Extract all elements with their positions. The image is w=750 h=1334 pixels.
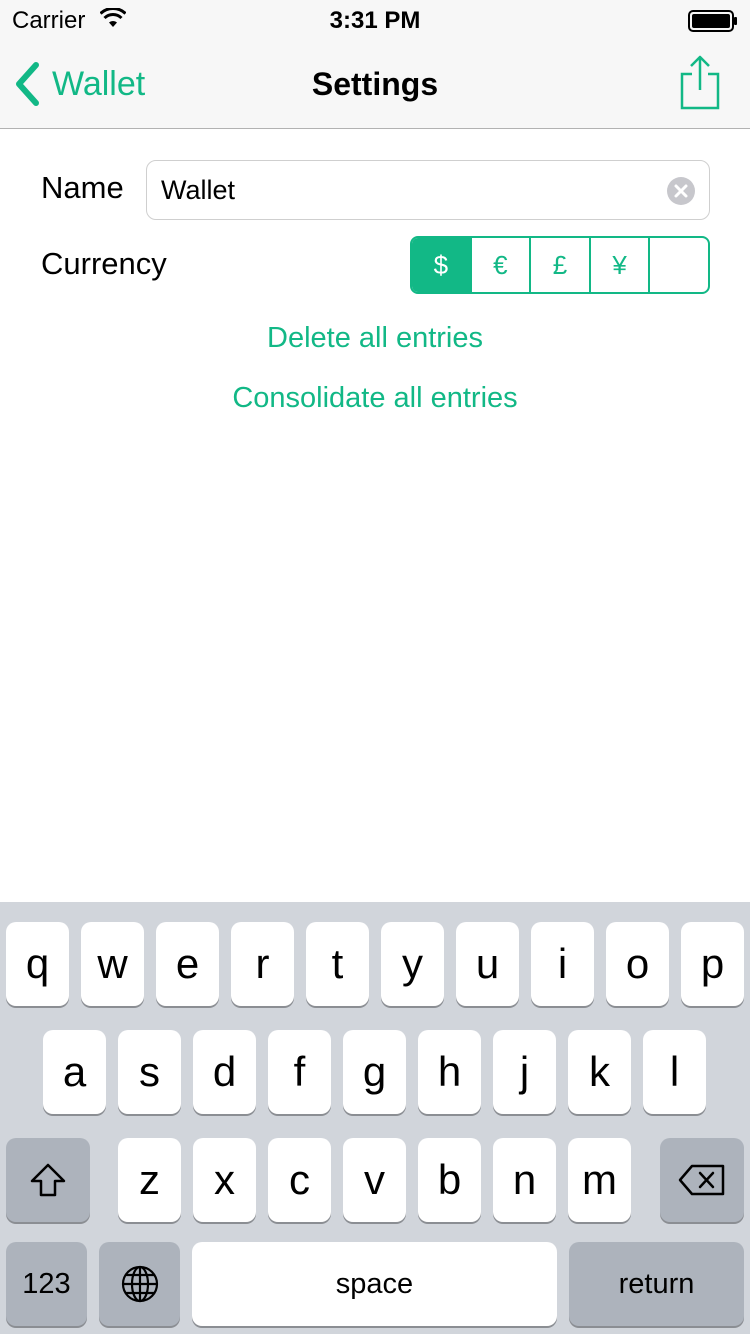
space-key[interactable]: space xyxy=(192,1242,557,1326)
return-key[interactable]: return xyxy=(569,1242,744,1326)
share-button[interactable] xyxy=(678,54,722,110)
keyboard: q w e r t y u i o p a s d f g h j k l z … xyxy=(0,902,750,1334)
name-label: Name xyxy=(41,170,124,205)
key-m[interactable]: m xyxy=(568,1138,631,1222)
battery-icon xyxy=(688,10,737,32)
status-bar: Carrier 3:31 PM xyxy=(0,0,750,40)
key-c[interactable]: c xyxy=(268,1138,331,1222)
key-t[interactable]: t xyxy=(306,922,369,1006)
key-n[interactable]: n xyxy=(493,1138,556,1222)
page-title: Settings xyxy=(311,66,439,102)
shift-icon xyxy=(30,1163,66,1197)
key-e[interactable]: e xyxy=(156,922,219,1006)
shift-key[interactable] xyxy=(6,1138,90,1222)
name-input[interactable] xyxy=(161,161,661,219)
key-o[interactable]: o xyxy=(606,922,669,1006)
currency-segment-yen[interactable]: ¥ xyxy=(591,238,651,292)
key-r[interactable]: r xyxy=(231,922,294,1006)
currency-label: Currency xyxy=(41,246,167,281)
navigation-bar: Wallet Settings xyxy=(0,40,750,129)
globe-key[interactable] xyxy=(99,1242,180,1326)
key-s[interactable]: s xyxy=(118,1030,181,1114)
key-u[interactable]: u xyxy=(456,922,519,1006)
key-h[interactable]: h xyxy=(418,1030,481,1114)
currency-segment-euro[interactable]: € xyxy=(472,238,532,292)
status-time: 3:31 PM xyxy=(329,7,421,34)
key-b[interactable]: b xyxy=(418,1138,481,1222)
currency-segmented-control: $ € £ ¥ xyxy=(410,236,710,294)
key-w[interactable]: w xyxy=(81,922,144,1006)
delete-key[interactable] xyxy=(660,1138,744,1222)
share-icon xyxy=(680,55,720,110)
key-z[interactable]: z xyxy=(118,1138,181,1222)
currency-segment-dollar[interactable]: $ xyxy=(412,238,472,292)
delete-all-entries-button[interactable]: Delete all entries xyxy=(0,322,750,355)
key-v[interactable]: v xyxy=(343,1138,406,1222)
globe-icon xyxy=(121,1265,158,1303)
currency-segment-pound[interactable]: £ xyxy=(531,238,591,292)
consolidate-all-entries-button[interactable]: Consolidate all entries xyxy=(0,382,750,415)
key-g[interactable]: g xyxy=(343,1030,406,1114)
numbers-key[interactable]: 123 xyxy=(6,1242,87,1326)
key-l[interactable]: l xyxy=(643,1030,706,1114)
key-x[interactable]: x xyxy=(193,1138,256,1222)
key-y[interactable]: y xyxy=(381,922,444,1006)
key-d[interactable]: d xyxy=(193,1030,256,1114)
backspace-icon xyxy=(678,1164,725,1196)
key-k[interactable]: k xyxy=(568,1030,631,1114)
key-a[interactable]: a xyxy=(43,1030,106,1114)
clear-icon xyxy=(674,184,688,198)
key-f[interactable]: f xyxy=(268,1030,331,1114)
key-p[interactable]: p xyxy=(681,922,744,1006)
name-field[interactable] xyxy=(146,160,710,220)
currency-segment-empty[interactable] xyxy=(650,238,708,292)
key-i[interactable]: i xyxy=(531,922,594,1006)
clear-text-button[interactable] xyxy=(667,177,695,205)
key-j[interactable]: j xyxy=(493,1030,556,1114)
key-q[interactable]: q xyxy=(6,922,69,1006)
